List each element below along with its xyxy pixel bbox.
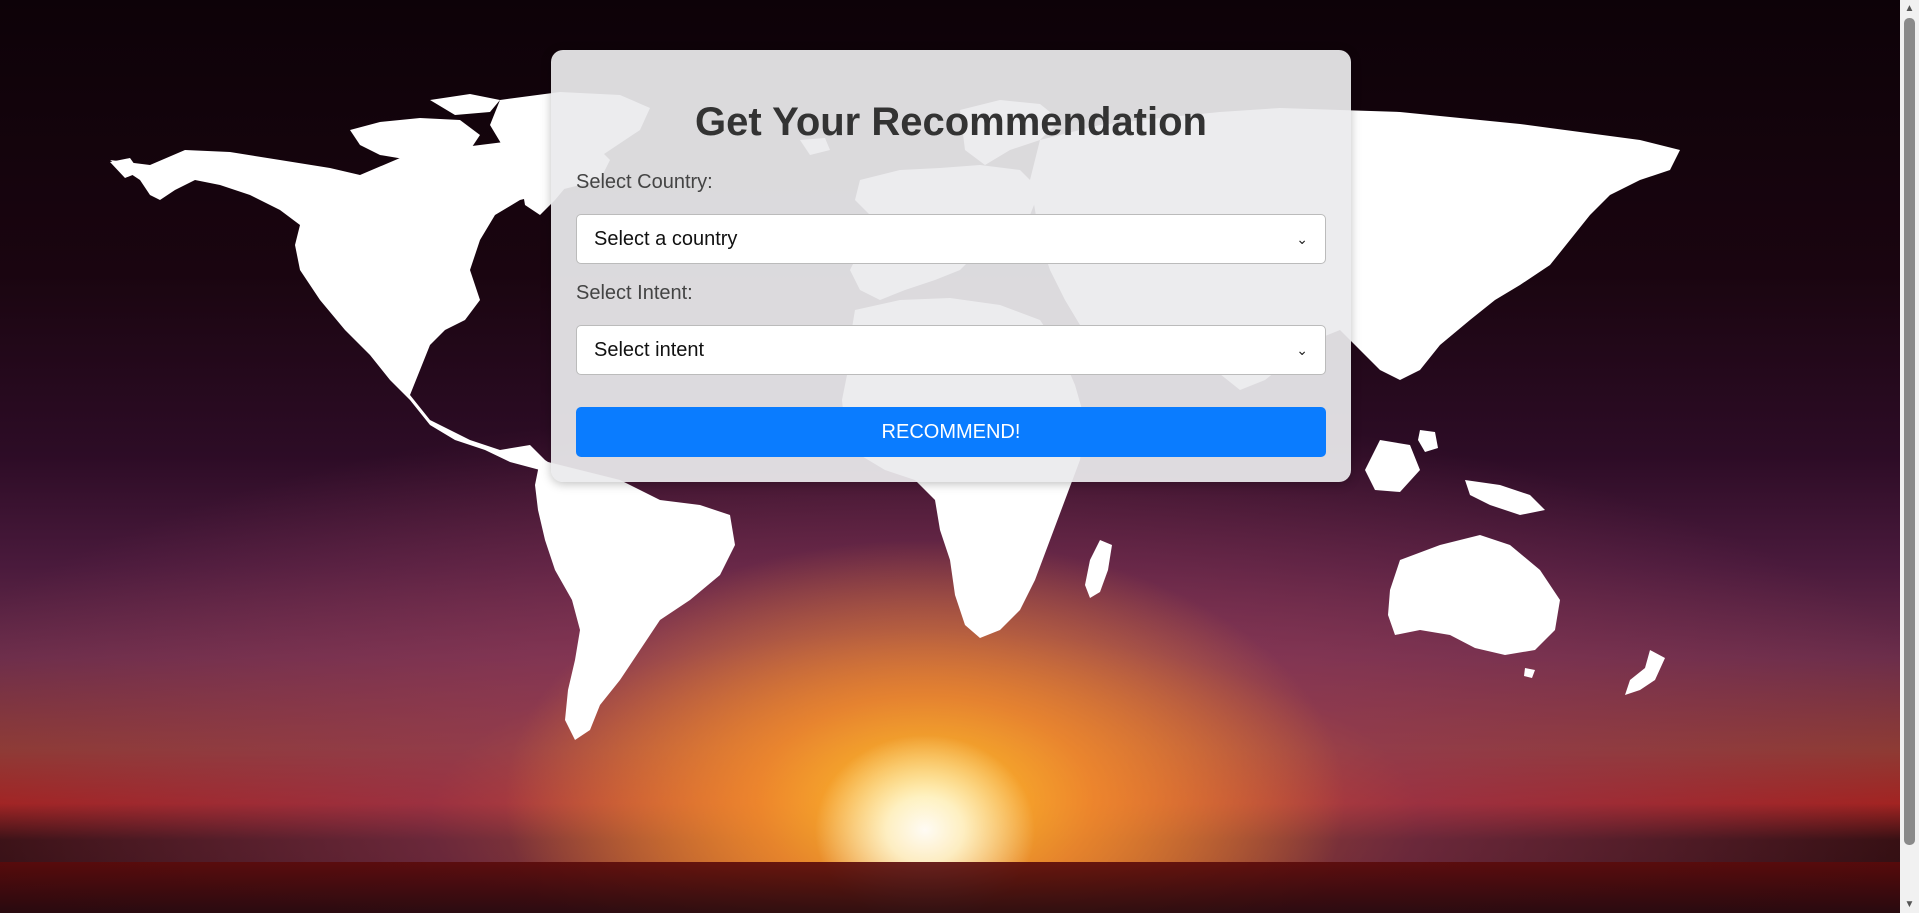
intent-label: Select Intent:: [576, 282, 693, 304]
page: Get Your Recommendation Select Country: …: [0, 0, 1919, 913]
recommend-button[interactable]: RECOMMEND!: [576, 407, 1326, 457]
intent-select[interactable]: Select intent ⌄: [576, 325, 1326, 375]
country-select-value: Select a country: [594, 227, 738, 250]
recommendation-card: Get Your Recommendation Select Country: …: [551, 50, 1351, 482]
country-select[interactable]: Select a country ⌄: [576, 214, 1326, 264]
country-label: Select Country:: [576, 171, 713, 193]
page-title: Get Your Recommendation: [695, 100, 1207, 144]
vertical-scrollbar[interactable]: ▲ ▼: [1900, 0, 1919, 913]
chevron-down-icon: ⌄: [1296, 341, 1308, 358]
scroll-thumb[interactable]: [1904, 18, 1915, 845]
australia-shape: [1388, 535, 1560, 655]
scroll-down-arrow-icon[interactable]: ▼: [1900, 896, 1919, 913]
scroll-up-arrow-icon[interactable]: ▲: [1900, 0, 1919, 17]
chevron-down-icon: ⌄: [1296, 230, 1308, 247]
intent-select-value: Select intent: [594, 338, 705, 361]
south-america-shape: [535, 460, 735, 740]
